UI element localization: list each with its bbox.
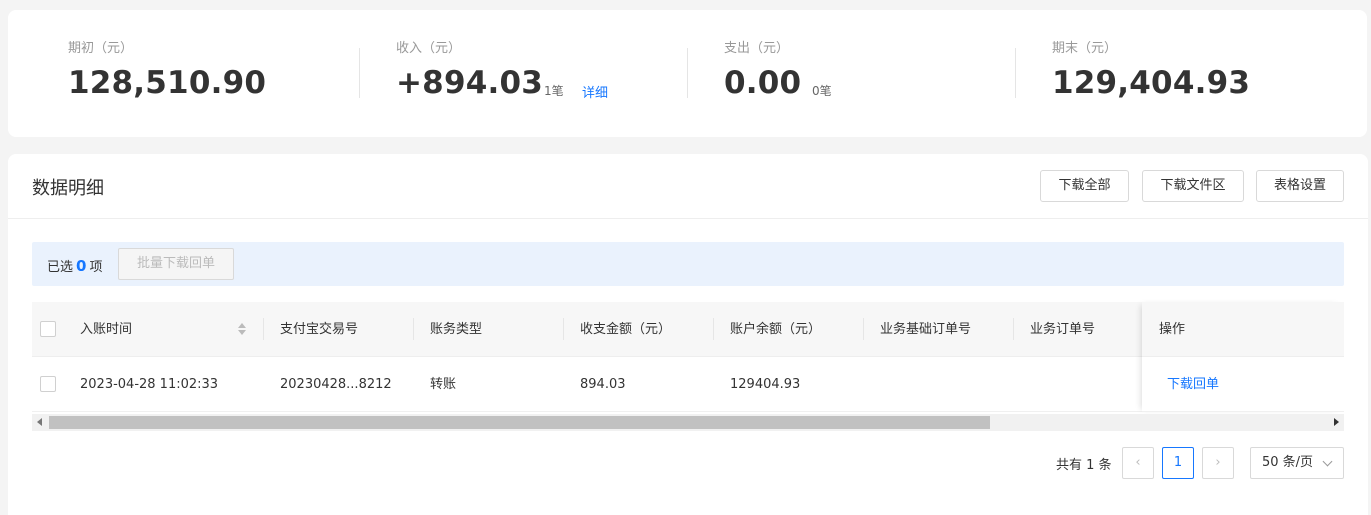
- selection-text: 已选 0 项: [47, 256, 102, 275]
- closing-value: 129,404.93: [1052, 65, 1251, 101]
- page-button[interactable]: 1: [1162, 447, 1194, 479]
- expense-label: 支出（元）: [724, 41, 790, 56]
- column-header: 业务订单号: [1030, 322, 1096, 337]
- download-area-button[interactable]: 下载文件区: [1142, 170, 1244, 202]
- pagination-total: 共有 1 条: [1056, 458, 1112, 473]
- summary-card: 期初（元） 128,510.90 收入（元） +894.03 1笔 详细 支出（…: [8, 10, 1367, 137]
- expense-value: 0.00: [724, 65, 802, 101]
- scroll-left-icon[interactable]: [37, 418, 42, 426]
- column-divider: [713, 318, 714, 340]
- opening-label: 期初（元）: [68, 41, 134, 56]
- column-header: 操作: [1142, 302, 1344, 357]
- expense-count: 0笔: [812, 84, 832, 98]
- scroll-right-icon[interactable]: [1334, 418, 1339, 426]
- fixed-action-column: 操作 下载回单: [1142, 302, 1344, 412]
- chevron-right-icon: ›: [1215, 455, 1221, 470]
- row-checkbox[interactable]: [40, 376, 56, 392]
- column-divider: [1013, 318, 1014, 340]
- income-detail-link[interactable]: 详细: [582, 82, 608, 101]
- batch-download-button[interactable]: 批量下载回单: [118, 248, 234, 280]
- download-all-button[interactable]: 下载全部: [1040, 170, 1129, 202]
- column-header: 账户余额（元）: [730, 322, 822, 337]
- next-page-button[interactable]: ›: [1202, 447, 1234, 479]
- divider: [1015, 48, 1016, 98]
- prev-page-button[interactable]: ‹: [1122, 447, 1154, 479]
- chevron-left-icon: ‹: [1135, 455, 1141, 470]
- income-count: 1笔: [544, 84, 564, 98]
- column-divider: [413, 318, 414, 340]
- type-cell: 转账: [430, 377, 457, 392]
- opening-value: 128,510.90: [68, 65, 267, 101]
- entry-time-cell: 2023-04-28 11:02:33: [80, 377, 219, 392]
- column-divider: [563, 318, 564, 340]
- divider: [687, 48, 688, 98]
- download-receipt-link[interactable]: 下载回单: [1142, 357, 1344, 412]
- page-size-select[interactable]: 50 条/页: [1250, 447, 1344, 479]
- detail-card: 数据明细 下载全部 下载文件区 表格设置 已选 0 项 批量下载回单 入账时间 支付…: [8, 154, 1368, 515]
- horizontal-scrollbar[interactable]: [32, 414, 1344, 431]
- chevron-down-icon: [1322, 456, 1333, 467]
- amount-cell: 894.03: [580, 377, 626, 392]
- selection-bar: 已选 0 项 批量下载回单: [32, 242, 1344, 286]
- sort-icon[interactable]: [237, 322, 247, 338]
- trade-no-cell: 20230428...8212: [280, 377, 392, 392]
- column-header: 账务类型: [430, 322, 483, 337]
- column-header: 收支金额（元）: [580, 322, 672, 337]
- column-divider: [863, 318, 864, 340]
- scrollbar-thumb[interactable]: [49, 416, 990, 429]
- selection-prefix: 已选: [47, 260, 74, 275]
- page-size-value: 50 条/页: [1262, 455, 1314, 470]
- column-divider: [263, 318, 264, 340]
- select-all-checkbox[interactable]: [40, 321, 56, 337]
- table-settings-button[interactable]: 表格设置: [1256, 170, 1344, 202]
- selection-suffix: 项: [89, 260, 103, 275]
- column-header: 支付宝交易号: [280, 322, 359, 337]
- income-label: 收入（元）: [396, 41, 462, 56]
- divider: [359, 48, 360, 98]
- closing-label: 期末（元）: [1052, 41, 1118, 56]
- column-header: 入账时间: [80, 322, 133, 337]
- selection-count: 0: [76, 257, 87, 275]
- detail-header: 数据明细 下载全部 下载文件区 表格设置: [8, 154, 1368, 219]
- income-value: +894.03: [396, 65, 544, 101]
- detail-title: 数据明细: [32, 178, 104, 199]
- column-header: 业务基础订单号: [880, 322, 972, 337]
- balance-cell: 129404.93: [730, 377, 801, 392]
